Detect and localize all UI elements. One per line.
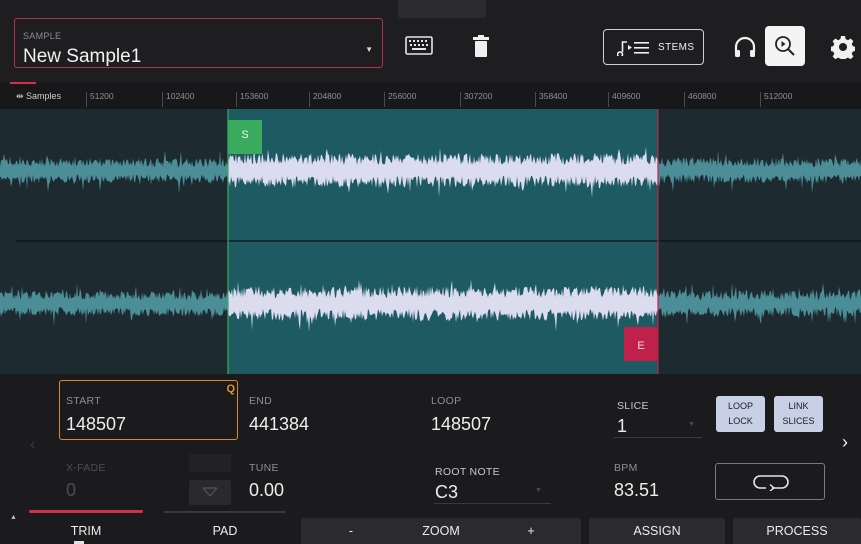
slice-value[interactable]: 1 — [617, 416, 627, 437]
xfade-caption: X-FADE — [66, 462, 106, 474]
waveform-display[interactable] — [0, 109, 861, 374]
zoom-out-button[interactable]: - — [301, 518, 401, 544]
chevron-left-icon: ‹ — [30, 436, 36, 453]
loop-lock-line2: LOCK — [728, 416, 753, 426]
zoom-in-button[interactable]: + — [481, 518, 581, 544]
ruler-unit-label: ⇹ Samples — [16, 91, 62, 101]
ruler-tick: 153600 — [235, 91, 269, 107]
chevron-down-icon: ▼ — [535, 487, 542, 494]
arrow-up-icon[interactable]: ▲ — [10, 514, 17, 521]
start-marker[interactable]: S — [228, 120, 262, 154]
chevron-down-icon: ▼ — [688, 421, 695, 428]
xfade-value: 0 — [66, 480, 77, 500]
loop-icon — [753, 475, 789, 491]
stems-button[interactable]: STEMS — [603, 29, 704, 65]
tab-pad[interactable]: PAD — [164, 518, 286, 544]
quantize-badge[interactable]: Q — [226, 383, 235, 395]
xfade-shape-toggle — [189, 480, 231, 505]
root-note-caption: ROOT NOTE — [435, 466, 500, 478]
top-drawer-handle[interactable] — [398, 0, 486, 18]
assign-button[interactable]: ASSIGN — [589, 518, 725, 544]
ruler-tick: 204800 — [308, 91, 342, 107]
ruler-tick: 102400 — [161, 91, 195, 107]
chevron-right-icon[interactable]: › — [842, 432, 848, 453]
tune-value[interactable]: 0.00 — [249, 480, 284, 501]
wave-left-outside — [0, 149, 228, 327]
root-note-value[interactable]: C3 — [435, 482, 458, 503]
start-value: 148507 — [66, 414, 127, 434]
process-button[interactable]: PROCESS — [733, 518, 861, 544]
sample-selector[interactable]: SAMPLE New Sample1 ▼ — [14, 18, 383, 68]
loop-lock-button[interactable]: LOOP LOCK — [716, 396, 765, 432]
xfade-shape-option — [189, 454, 231, 472]
top-bar: SAMPLE New Sample1 ▼ STEMS — [0, 0, 861, 82]
ruler-tick: 307200 — [459, 91, 493, 107]
sample-caption: SAMPLE — [23, 31, 62, 41]
loop-lock-line1: LOOP — [727, 401, 753, 411]
gear-icon[interactable] — [831, 35, 855, 59]
ruler-tick: 51200 — [86, 91, 114, 107]
end-caption: END — [249, 395, 273, 407]
parameter-panel: ‹ Q START 148507 END 441384 LOOP 148507 … — [0, 374, 861, 512]
root-note-underline — [434, 503, 551, 504]
link-slices-line2: SLICES — [782, 416, 815, 426]
link-slices-line1: LINK — [788, 401, 809, 411]
keyboard-icon[interactable] — [405, 36, 433, 55]
ruler-accent — [10, 82, 36, 84]
chevron-down-icon: ▼ — [365, 45, 373, 54]
pad-indicator — [164, 511, 286, 513]
zoom-to-fit-button[interactable] — [765, 26, 805, 66]
bottom-tab-bar: ▲ TRIM PAD - ZOOM + ASSIGN PROCESS — [0, 510, 861, 544]
end-value[interactable]: 441384 — [249, 414, 309, 435]
link-slices-button[interactable]: LINK SLICES — [774, 396, 823, 432]
ruler-tick: 460800 — [683, 91, 717, 107]
ruler-tick: 256000 — [383, 91, 417, 107]
ruler-tick: 409600 — [607, 91, 641, 107]
bpm-caption: BPM — [614, 462, 638, 474]
zoom-label: ZOOM — [422, 524, 460, 538]
slice-caption: SLICE — [617, 400, 649, 412]
loop-mode-button[interactable] — [715, 463, 825, 500]
wave-right-outside — [658, 150, 861, 325]
sample-name: New Sample1 — [23, 46, 142, 67]
search-play-icon — [775, 36, 795, 56]
ruler-tick: 512000 — [759, 91, 793, 107]
bpm-value[interactable]: 83.51 — [614, 480, 659, 501]
end-marker[interactable]: E — [624, 327, 658, 361]
slice-underline — [614, 437, 702, 438]
loop-value[interactable]: 148507 — [431, 414, 491, 435]
music-list-icon — [617, 41, 649, 56]
ruler-tick: 358400 — [534, 91, 568, 107]
loop-caption: LOOP — [431, 395, 462, 407]
tab-trim[interactable]: TRIM — [29, 518, 143, 544]
tune-caption: TUNE — [249, 462, 279, 474]
trim-active-indicator — [29, 510, 143, 513]
trash-icon[interactable] — [472, 35, 490, 57]
start-caption: START — [66, 395, 101, 407]
crossfade-icon — [202, 487, 218, 497]
sample-ruler[interactable]: ⇹ Samples 51200 102400 153600 204800 256… — [0, 82, 861, 109]
stems-label: STEMS — [658, 42, 695, 53]
waveform-canvas — [0, 109, 861, 374]
headphones-icon[interactable] — [733, 35, 757, 59]
